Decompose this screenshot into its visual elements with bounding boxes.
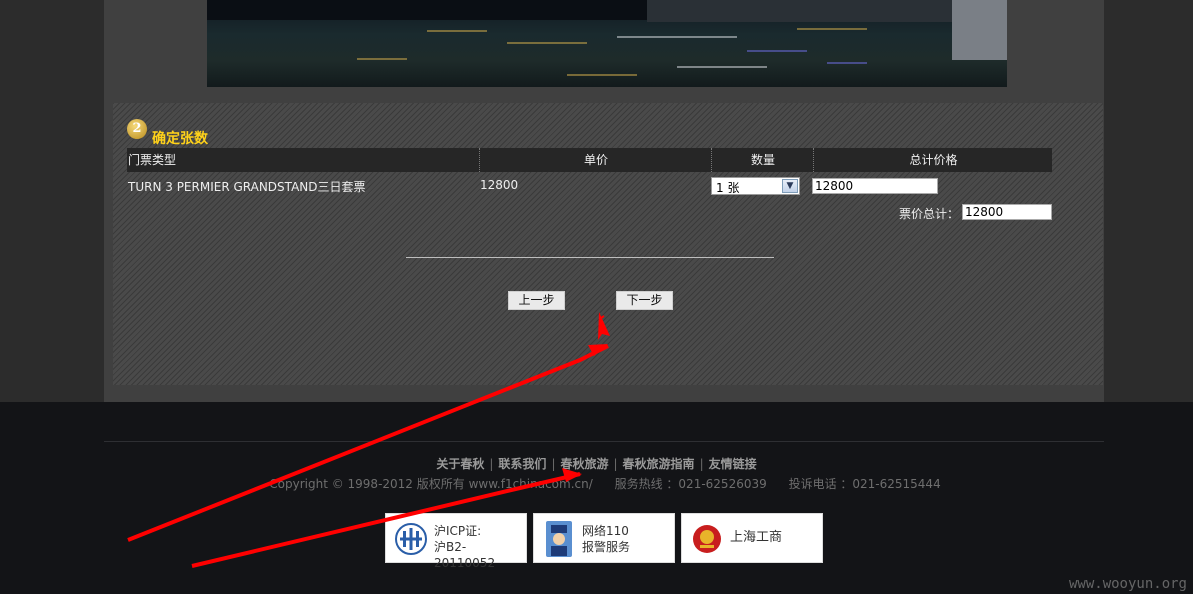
table-header: 门票类型 单价 数量 总计价格 (127, 148, 1052, 172)
step-title: 确定张数 (152, 131, 208, 147)
quantity-select[interactable]: 1 张 ▼ (711, 177, 800, 195)
police-badge[interactable]: 网络110 报警服务 (533, 513, 675, 563)
header-quantity: 数量 (711, 148, 814, 172)
total-label: 票价总计： (899, 207, 960, 221)
banner-photo (207, 0, 1007, 87)
divider-line (406, 257, 774, 258)
hotline-text: 服务热线 ：021-62526039 (614, 477, 767, 491)
footer-link-friends[interactable]: 友情链接 (709, 457, 757, 471)
step-number-badge: 2 (127, 119, 147, 139)
police-badge-text: 网络110 报警服务 (582, 523, 630, 555)
icp-line1: 沪ICP证: (434, 524, 482, 538)
footer-link-contact[interactable]: 联系我们 (498, 457, 546, 471)
footer-link-guide[interactable]: 春秋旅游指南 (623, 457, 695, 471)
commerce-badge-text: 上海工商 (730, 530, 783, 545)
footer-divider (104, 441, 1104, 442)
police-line2: 报警服务 (582, 540, 631, 554)
row-total-field[interactable]: 12800 (812, 178, 938, 194)
header-total-price: 总计价格 (813, 148, 1053, 172)
header-unit-price: 单价 (479, 148, 712, 172)
ticket-panel (113, 103, 1103, 385)
unit-price-cell: 12800 (480, 178, 519, 192)
complaint-text: 投诉电话 ：021-62515444 (788, 477, 941, 491)
copyright-line: Copyright © 1998-2012 版权所有 www.f1chinaco… (0, 475, 1193, 492)
header-ticket-type: 门票类型 (128, 153, 177, 167)
icp-badge[interactable]: 沪ICP证: 沪B2-20110052 (385, 513, 527, 570)
next-step-button[interactable]: 下一步 (616, 291, 673, 310)
quantity-value: 1 张 (716, 181, 740, 195)
emblem-icon (693, 525, 721, 553)
police-line1: 网络110 (582, 524, 629, 538)
footer-link-about[interactable]: 关于春秋 (436, 457, 484, 471)
commerce-badge[interactable]: 上海工商 (681, 513, 823, 563)
chevron-down-icon[interactable]: ▼ (782, 179, 798, 193)
footer (0, 402, 1193, 594)
footer-links: 关于春秋 | 联系我们 | 春秋旅游 | 春秋旅游指南 | 友情链接 (436, 457, 757, 471)
police-icon (546, 521, 572, 557)
icp-icon (395, 523, 427, 555)
ticket-type-cell: TURN 3 PERMIER GRANDSTAND三日套票 (128, 180, 366, 194)
grand-total-field[interactable]: 12800 (962, 204, 1052, 220)
footer-link-travel[interactable]: 春秋旅游 (560, 457, 608, 471)
left-background (0, 0, 104, 402)
icp-badge-text: 沪ICP证: 沪B2-20110052 (434, 523, 526, 571)
watermark: www.wooyun.org (1068, 576, 1187, 592)
icp-line2: 沪B2-20110052 (434, 540, 496, 570)
right-background (1104, 0, 1193, 402)
copyright-text: Copyright © 1998-2012 版权所有 www.f1chinaco… (269, 477, 593, 491)
prev-step-button[interactable]: 上一步 (508, 291, 565, 310)
